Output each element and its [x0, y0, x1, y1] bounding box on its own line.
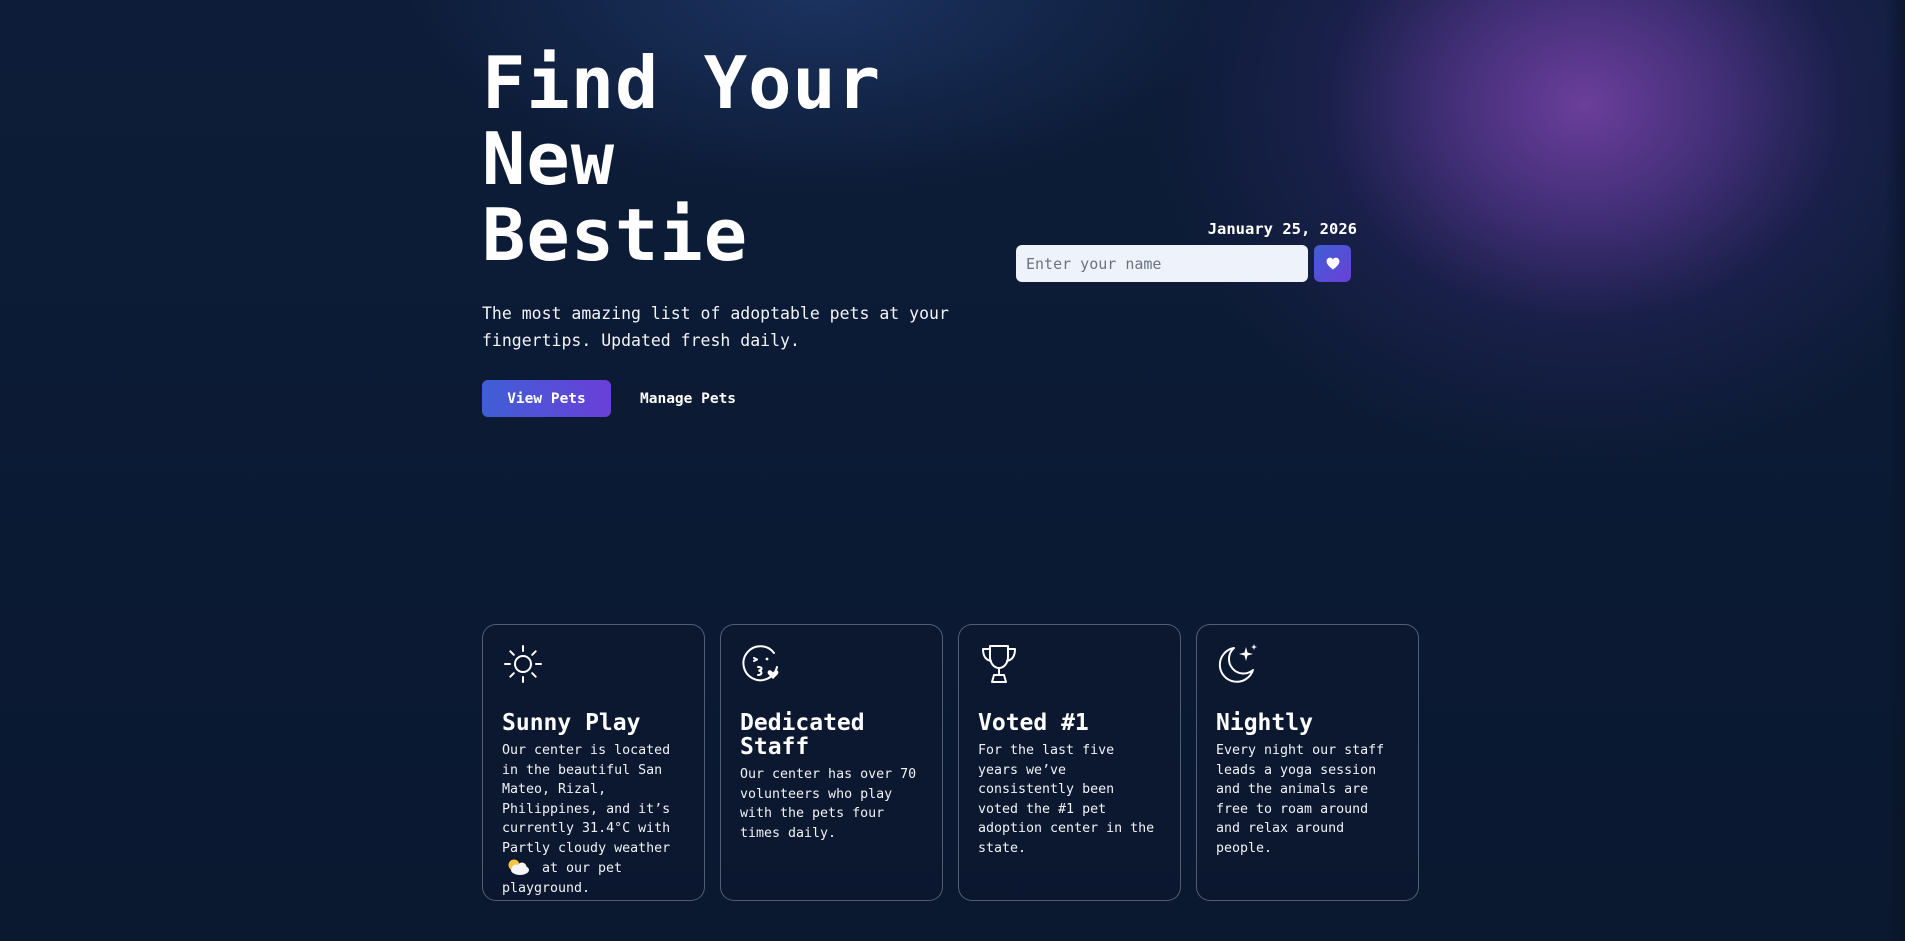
feature-text: Every night our staff leads a yoga sessi… [1216, 743, 1385, 856]
feature-text: Our center has over 70 volunteers who pl… [740, 767, 917, 841]
current-date: January 25, 2026 [1207, 220, 1357, 238]
page-edge-shadow [1885, 0, 1905, 941]
feature-card-nightly: Nightly Every night our staff leads a yo… [1196, 624, 1419, 901]
hero-subtitle: The most amazing list of adoptable pets … [482, 304, 949, 350]
feature-text: For the last five years we’ve consistent… [978, 743, 1155, 856]
hero-title-line: Bestie [482, 193, 749, 277]
heart-icon [1326, 257, 1339, 270]
feature-text: Our center is located in the beautiful S… [502, 741, 685, 898]
feature-title: Sunny Play [502, 710, 641, 736]
hero-title-line: New [482, 117, 616, 201]
submit-name-button[interactable] [1314, 245, 1351, 282]
feature-card-sunny-play: Sunny Play Our center is located in the … [482, 624, 705, 901]
sun-icon [504, 645, 542, 683]
moon-stars-icon [1218, 644, 1257, 683]
page: Find Your New Bestie The most amazing li… [0, 0, 1905, 941]
partly-cloudy-icon [508, 859, 529, 875]
hero-title-line: Find Your [482, 41, 882, 125]
feature-card-voted-1: Voted #1 For the last five years we’ve c… [958, 624, 1181, 901]
hero-title: Find Your New Bestie [482, 45, 942, 273]
feature-card-dedicated-staff: Dedicated Staff Our center has over 70 v… [720, 624, 943, 901]
name-input[interactable] [1016, 245, 1308, 282]
manage-pets-link[interactable]: Manage Pets [640, 380, 736, 417]
kiss-face-icon [742, 645, 779, 682]
view-pets-button[interactable]: View Pets [482, 380, 611, 417]
feature-title: Voted #1 [978, 710, 1089, 736]
date-display: January 25, 2026 [1160, 219, 1357, 238]
feature-title: Dedicated Staff [740, 710, 865, 760]
trophy-icon [982, 645, 1016, 683]
feature-title: Nightly [1216, 710, 1313, 736]
feature-text-part: Our center is located in the beautiful S… [502, 743, 671, 856]
